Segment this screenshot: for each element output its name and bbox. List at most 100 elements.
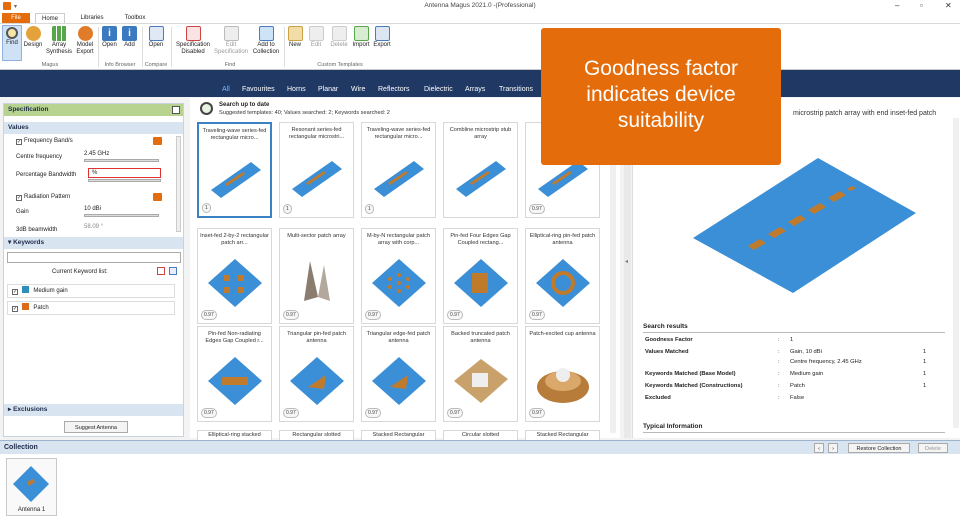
keywords-header[interactable]: ▾ Keywords [4,237,183,249]
template-card[interactable]: Triangular edge-fed patch antenna 0.97 [361,326,436,422]
delete-collection-button[interactable]: Delete [918,443,948,453]
typical-information-rule [643,432,945,433]
info-add-button[interactable]: i Add [121,25,138,61]
tab-horns[interactable]: Horns [287,86,306,93]
export-template-button[interactable]: Export [372,25,392,61]
import-template-button[interactable]: Import [351,25,371,61]
spec-panel-icon[interactable] [172,106,180,114]
design-button[interactable]: Design [23,25,43,61]
template-card[interactable]: Traveling-wave series-fed rectangular mi… [361,122,436,218]
group-find-label: Find [224,62,236,68]
keyword-search-input[interactable] [7,252,181,263]
goodness-factor-badge: 0.97 [529,310,545,320]
compare-open-button[interactable]: Open [147,25,165,61]
separator [171,27,172,67]
collection-item[interactable]: Antenna 1 [6,458,57,516]
tab-file[interactable]: File [2,13,30,23]
collection-prev-button[interactable]: ‹ [814,443,824,453]
tab-transitions[interactable]: Transitions [499,86,533,93]
gain-value[interactable]: 10 dBi [84,206,101,212]
tab-reflectors[interactable]: Reflectors [378,86,410,93]
keyword-checkbox[interactable]: ✓ [12,289,18,295]
tab-home[interactable]: Home [35,13,65,23]
edit-template-icon [308,26,324,41]
gear-icon [25,26,41,41]
template-card[interactable]: M-by-N rectangular patch array with corp… [361,228,436,324]
specification-disabled-button[interactable]: Specification Disabled [174,25,212,61]
new-template-button[interactable]: New [286,25,304,61]
spec-scrollbar[interactable] [176,136,181,232]
suggest-antenna-button[interactable]: Suggest Antenna [64,421,128,433]
frequency-band-checkbox[interactable]: ✓ [16,139,22,145]
template-card-thumbnail [454,259,508,307]
find-button[interactable]: Find [2,25,22,61]
restore-collection-button[interactable]: Restore Collection [848,443,910,453]
gallery-scrollbar[interactable] [610,128,616,433]
beamwidth-value[interactable]: 58.09 ° [84,224,103,230]
radiation-pattern-checkbox[interactable]: ✓ [16,195,22,201]
percentage-bandwidth-slider[interactable] [88,179,161,182]
centre-frequency-value[interactable]: 2.45 GHz [84,151,109,157]
radiation-settings-icon[interactable] [153,193,162,201]
template-card[interactable]: Triangular pin-fed patch antenna 0.97 [279,326,354,422]
template-card[interactable]: Elliptical-ring pin-fed patch antenna 0.9… [525,228,600,324]
add-to-collection-button[interactable]: Add to Collection [250,25,282,61]
template-card[interactable]: Inset-fed 2-by-2 rectangular patch arr..… [197,228,272,324]
keyword-item[interactable]: ✓ Medium gain [7,284,175,298]
keyword-options-icon[interactable] [169,267,177,275]
tab-wire[interactable]: Wire [351,86,365,93]
template-card-title: Patch-excited cup antenna [529,331,596,337]
info-open-button[interactable]: i Open [101,25,118,61]
detail-title: microstrip patch array with end inset-fe… [793,110,937,117]
array-synthesis-button[interactable]: Array Synthesis [46,25,72,61]
tab-arrays[interactable]: Arrays [465,86,485,93]
separator [142,27,143,67]
tab-favourites[interactable]: Favourites [242,86,275,93]
template-card[interactable]: Resonant series-fed rectangular microstr… [279,122,354,218]
values-header[interactable]: Values [4,122,183,134]
collection-next-button[interactable]: › [828,443,838,453]
radiation-pattern-row[interactable]: ✓ Radiation Pattern [16,194,70,201]
delete-template-button[interactable]: Delete [328,25,350,61]
tab-all[interactable]: All [222,86,230,93]
detail-scrollbar[interactable] [953,118,959,428]
tab-planar[interactable]: Planar [318,86,338,93]
template-card[interactable]: Multi-sector patch array 0.97 [279,228,354,324]
tab-toolbox[interactable]: Toolbox [118,13,152,23]
maximize-icon[interactable]: ▫ [920,1,923,10]
centre-frequency-slider[interactable] [84,159,159,162]
gain-slider[interactable] [84,214,159,217]
keyword-item[interactable]: ✓ Patch [7,301,175,315]
goodness-factor-badge: 0.97 [283,408,299,418]
model-export-button[interactable]: Model Export [74,25,96,61]
edit-template-button[interactable]: Edit [307,25,325,61]
template-card[interactable]: Backed truncated patch antenna 0.97 [443,326,518,422]
goodness-factor-badge: 0.97 [447,310,463,320]
grid-icon [51,26,67,41]
tab-dielectric[interactable]: Dielectric [424,86,453,93]
template-card-thumbnail [536,259,590,307]
template-card[interactable]: Traveling-wave series-fed rectangular mi… [197,122,272,218]
current-keyword-label: Current Keyword list: [52,269,108,275]
frequency-settings-icon[interactable] [153,137,162,145]
callout-line-3: suitability [617,109,705,132]
template-card[interactable]: Pin-fed Non-radiating Edges Gap Coupled … [197,326,272,422]
keyword-color-swatch [21,303,29,310]
frequency-band-row[interactable]: ✓ Frequency Band/s [16,138,73,145]
template-card[interactable]: Patch-excited cup antenna 0.97 [525,326,600,422]
minimize-icon[interactable]: – [895,1,899,10]
template-card-title: Triangular edge-fed patch antenna [366,331,431,344]
tab-libraries[interactable]: Libraries [75,13,109,23]
keyword-checkbox[interactable]: ✓ [12,306,18,312]
template-card[interactable]: Combline microstrip stub array [443,122,518,218]
template-card-thumbnail [454,359,508,403]
close-icon[interactable]: ✕ [945,1,952,10]
exclusions-header[interactable]: ▸ Exclusions [4,404,183,416]
result-value: Patch [790,383,805,389]
result-separator: : [778,337,780,343]
edit-specification-button[interactable]: Edit Specification [212,25,250,61]
template-card[interactable]: Pin-fed Four Edges Gap Coupled rectang..… [443,228,518,324]
percentage-bandwidth-input[interactable]: % [88,168,161,178]
clear-keywords-icon[interactable] [157,267,165,275]
result-count: 1 [923,371,927,377]
